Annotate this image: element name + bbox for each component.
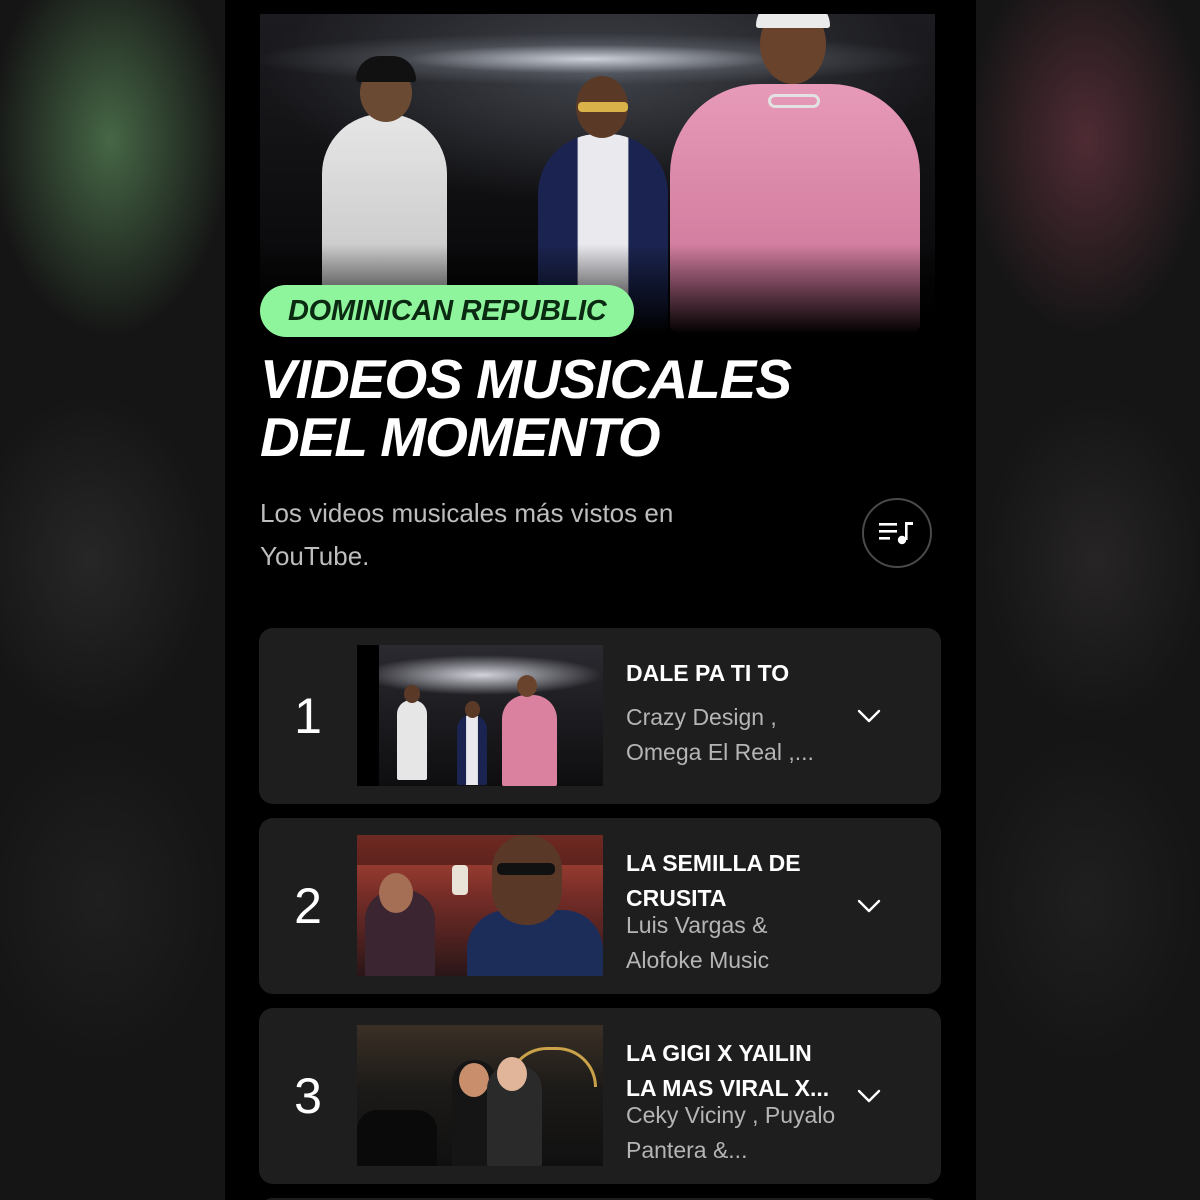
chevron-down-icon	[857, 899, 881, 913]
region-badge: DOMINICAN REPUBLIC	[260, 285, 635, 337]
chart-page: DOMINICAN REPUBLIC VIDEOS MUSICALES DEL …	[225, 0, 976, 1200]
playlist-button[interactable]	[862, 498, 932, 568]
video-row-2[interactable]: 2 LA SEMILLA DE CRUSITA Luis Vargas & Al…	[259, 818, 941, 994]
song-title: DALE PA TI TO	[626, 660, 790, 686]
rank-number: 1	[294, 688, 322, 744]
video-row-1[interactable]: 1 DALE PA TI TO Crazy Design , Omega El …	[259, 628, 941, 804]
chevron-down-icon	[857, 1089, 881, 1103]
video-list: 1 DALE PA TI TO Crazy Design , Omega El …	[259, 628, 941, 1200]
blurred-backdrop-left	[0, 0, 225, 1200]
song-artists: Crazy Design , Omega El Real ,...	[626, 704, 814, 765]
expand-button[interactable]	[849, 886, 889, 926]
expand-button[interactable]	[849, 696, 889, 736]
rank-number: 2	[294, 878, 322, 934]
video-thumbnail[interactable]	[357, 1025, 603, 1166]
song-title: LA SEMILLA DE CRUSITA	[626, 850, 801, 911]
song-artists: Ceky Viciny , Puyalo Pantera &...	[626, 1102, 836, 1163]
song-artists: Luis Vargas & Alofoke Music	[626, 912, 770, 973]
rank-number: 3	[294, 1068, 322, 1124]
video-thumbnail[interactable]	[357, 835, 603, 976]
expand-button[interactable]	[849, 1076, 889, 1116]
video-thumbnail[interactable]	[357, 645, 603, 786]
blurred-backdrop-right	[976, 0, 1200, 1200]
playlist-music-icon	[879, 522, 913, 545]
chevron-down-icon	[857, 709, 881, 723]
page-title: VIDEOS MUSICALES DEL MOMENTO	[260, 348, 792, 468]
song-title: LA GIGI X YAILIN LA MAS VIRAL X...	[626, 1040, 830, 1101]
video-row-3[interactable]: 3 LA GIGI X YAILIN LA MAS VIRAL X... Cek…	[259, 1008, 941, 1184]
page-subtitle: Los videos musicales más vistos en YouTu…	[260, 498, 674, 571]
